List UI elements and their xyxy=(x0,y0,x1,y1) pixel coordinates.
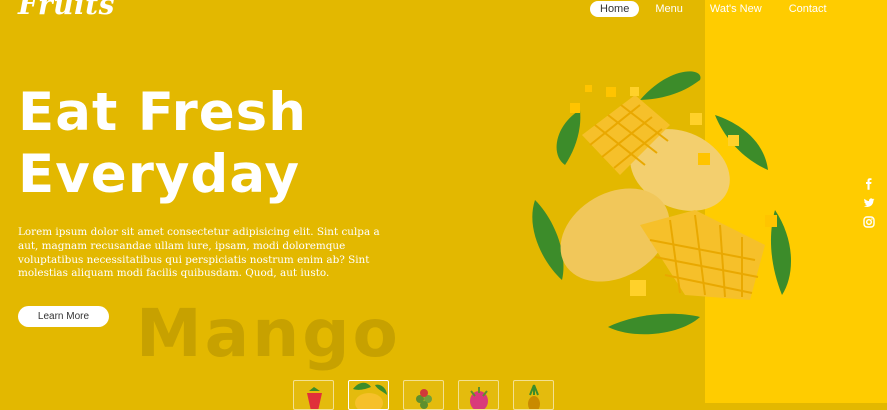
hero-title: Eat Fresh Everyday xyxy=(18,82,307,206)
grapes-icon xyxy=(416,389,432,409)
hero-title-line-1: Eat Fresh xyxy=(18,82,307,143)
nav-contact[interactable]: Contact xyxy=(789,3,827,15)
thumbnail-dragon-fruit[interactable] xyxy=(458,380,499,410)
nav-menu[interactable]: Menu xyxy=(655,3,683,15)
dragon-fruit-icon xyxy=(470,387,488,409)
mango-icon xyxy=(353,382,387,409)
pineapple-icon xyxy=(528,384,540,409)
hero-description: Lorem ipsum dolor sit amet consectetur a… xyxy=(18,226,380,280)
nav-home[interactable]: Home xyxy=(590,1,640,17)
thumbnail-mango[interactable] xyxy=(348,380,389,410)
facebook-icon[interactable] xyxy=(863,178,875,190)
brand-logo[interactable]: Fruits xyxy=(18,0,115,21)
instagram-icon[interactable] xyxy=(863,216,875,228)
thumbnail-strawberry[interactable] xyxy=(293,380,334,410)
thumbnail-pineapple[interactable] xyxy=(513,380,554,410)
twitter-icon[interactable] xyxy=(863,197,875,209)
strawberry-icon xyxy=(307,387,322,409)
learn-more-button[interactable]: Learn More xyxy=(18,306,109,327)
fruit-thumbnails xyxy=(293,380,568,410)
background-fruit-word: Mango xyxy=(136,295,401,372)
social-links xyxy=(863,178,875,235)
thumbnail-grapes[interactable] xyxy=(403,380,444,410)
hero-title-line-2: Everyday xyxy=(18,144,301,205)
mango-illustration xyxy=(532,71,792,335)
top-nav: Home Menu Wat's New Contact xyxy=(590,0,854,18)
nav-whats-new[interactable]: Wat's New xyxy=(710,3,762,15)
